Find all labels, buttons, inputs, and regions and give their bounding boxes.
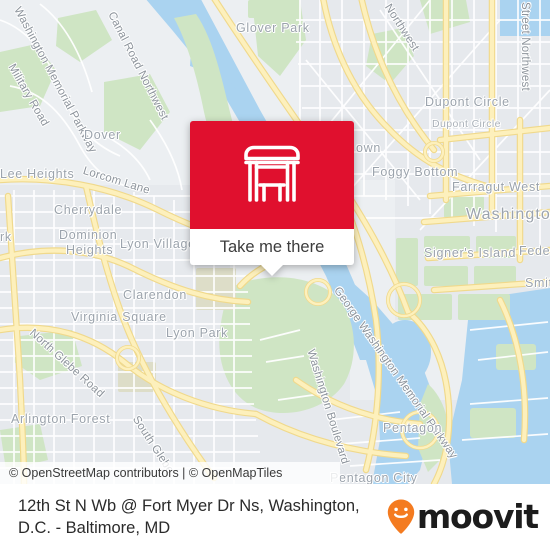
stop-popup[interactable]: Take me there [190, 121, 354, 276]
moovit-wordmark: moovit [416, 497, 539, 536]
bus-shelter-icon [244, 145, 300, 202]
moovit-logo: moovit [386, 498, 550, 536]
moovit-pin-icon [387, 499, 415, 534]
take-me-there-label: Take me there [219, 237, 325, 256]
moovit-stop-map-card: Washington Memorial Parkway Canal Road No… [0, 0, 550, 550]
take-me-there-button[interactable]: Take me there [190, 229, 354, 265]
map-canvas[interactable]: Washington Memorial Parkway Canal Road No… [0, 0, 550, 484]
stop-popup-image [190, 121, 354, 229]
popup-pointer [261, 265, 283, 276]
card-footer: 12th St N Wb @ Fort Myer Dr Ns, Washingt… [0, 484, 550, 550]
stop-title: 12th St N Wb @ Fort Myer Dr Ns, Washingt… [18, 497, 360, 537]
map-attribution-bar: © OpenStreetMap contributors | © OpenMap… [0, 462, 340, 484]
map-attribution-text: © OpenStreetMap contributors | © OpenMap… [9, 466, 283, 480]
